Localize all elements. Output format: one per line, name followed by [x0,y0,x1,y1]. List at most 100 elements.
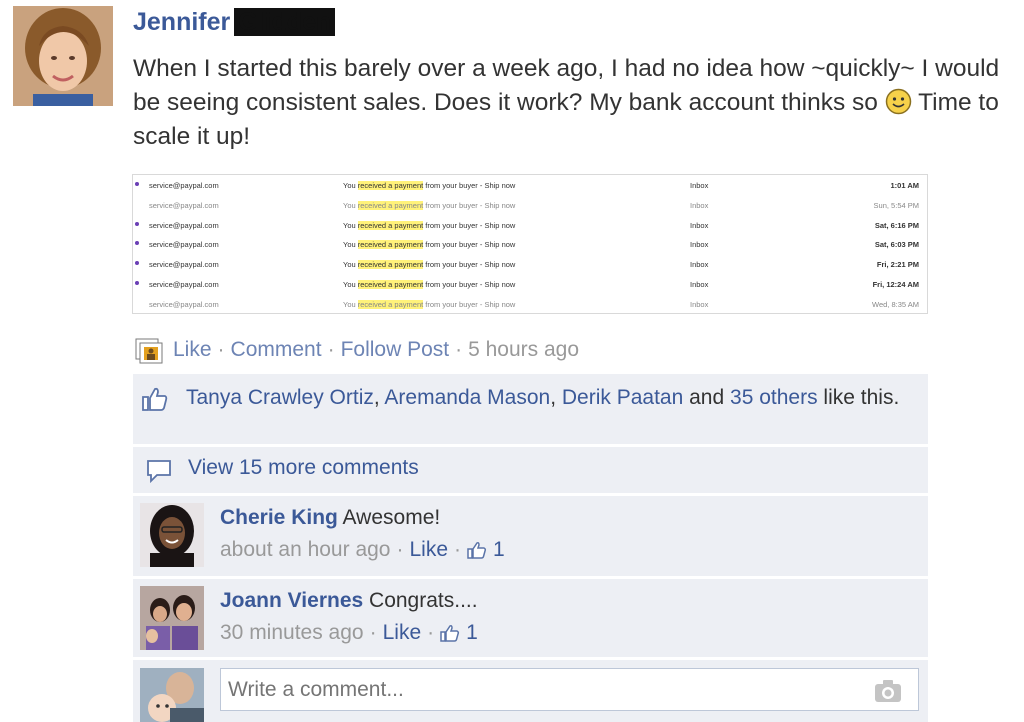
post-body: When I started this barely over a week a… [133,52,1003,154]
comment-link[interactable]: Comment [231,338,322,362]
email-sender: service@paypal.com [149,299,219,309]
follow-post-link[interactable]: Follow Post [341,338,450,362]
liker-name[interactable]: Aremanda Mason [384,386,550,409]
email-time: Sat, 6:16 PM [874,220,919,230]
comment-like-link[interactable]: Like [383,621,422,645]
write-comment-input[interactable] [220,668,919,711]
subject-end: from your buyer - Ship now [423,181,516,190]
comment-text: Awesome! [342,506,441,529]
subject-highlight: received a payment [357,220,424,230]
post-text-start: When I started this barely over a week a… [133,55,1000,116]
email-row: service@paypal.com You received a payment… [133,175,927,195]
separator: · [217,338,225,361]
email-subject: You received a payment from your buyer -… [343,240,516,250]
email-subject: You received a payment from your buyer -… [343,260,516,270]
comment-meta: about an hour ago · Like · 1 [220,538,505,562]
email-subject: You received a payment from your buyer -… [343,200,516,210]
email-time: Sat, 6:03 PM [874,240,919,250]
comment-bubble-icon [145,457,173,485]
email-time: Sun, 5:54 PM [873,200,919,210]
subject-end: from your buyer - Ship now [423,200,516,210]
email-folder: Inbox [690,299,709,309]
subject-start: You [343,240,358,250]
email-folder: Inbox [690,240,709,250]
email-row: service@paypal.com You received a payment… [133,195,927,215]
author-first-name[interactable]: Jennifer [133,8,230,36]
email-folder: Inbox [690,200,709,210]
email-row: service@paypal.com You received a payment… [133,274,927,294]
others-link[interactable]: 35 others [730,386,818,409]
email-sender: service@paypal.com [149,220,219,230]
like-link[interactable]: Like [173,338,212,362]
commenter-name[interactable]: Joann Viernes [220,589,363,612]
comment-likes-number: 1 [493,538,505,561]
camera-icon[interactable] [873,678,903,704]
subject-end: from your buyer - Ship now [423,299,516,309]
email-folder: Inbox [690,220,709,230]
comment-meta: 30 minutes ago · Like · 1 [220,621,478,645]
subject-start: You [343,200,358,210]
separator: · [454,538,462,561]
email-sender: service@paypal.com [149,181,219,190]
comment-likes-number: 1 [466,621,478,644]
photo-album-icon [135,336,165,364]
view-more-comments-label[interactable]: View 15 more comments [188,456,419,480]
email-row: service@paypal.com You received a payment… [133,215,927,235]
subject-highlight: received a payment [357,200,424,210]
author-avatar[interactable] [13,6,113,106]
comment-time[interactable]: 30 minutes ago [220,621,364,645]
separator: · [396,538,404,561]
comment-likes-count[interactable]: 1 [467,538,505,562]
post-author[interactable]: Jennifer Glidden [133,8,336,37]
commenter-avatar[interactable] [140,503,204,567]
post-timestamp[interactable]: 5 hours ago [468,338,579,362]
email-subject: You received a payment from your buyer -… [343,220,515,230]
email-time: 1:01 AM [890,181,919,190]
email-row: service@paypal.com You received a payment… [133,234,927,254]
email-row: service@paypal.com You received a payment… [133,254,927,274]
subject-highlight: received a payment [357,299,424,309]
email-folder: Inbox [690,181,709,190]
email-row: service@paypal.com You received a payment… [133,294,927,313]
commenter-avatar[interactable] [140,586,204,650]
unread-dot-icon [135,221,139,226]
unread-dot-icon [135,241,139,246]
comma: , [550,386,557,409]
subject-start: You [343,220,358,230]
subject-highlight: received a payment [357,279,424,289]
likes-summary: Tanya Crawley Ortiz, Aremanda Mason, Der… [133,374,928,444]
subject-start: You [343,299,358,309]
subject-end: from your buyer - Ship now [423,240,516,250]
subject-start: You [343,181,358,190]
comment-composer [133,660,928,722]
subject-start: You [343,279,358,289]
likes-text: Tanya Crawley Ortiz, Aremanda Mason, Der… [186,384,916,411]
subject-highlight: received a payment [357,181,424,190]
email-time: Fri, 12:24 AM [872,279,919,289]
comment-item: Cherie King Awesome! about an hour ago ·… [133,496,928,576]
liker-name[interactable]: Tanya Crawley Ortiz [186,386,374,409]
separator: · [427,621,435,644]
thumbs-up-icon [440,625,460,642]
comment-likes-count[interactable]: 1 [440,621,478,645]
comment-time[interactable]: about an hour ago [220,538,390,562]
comment-like-link[interactable]: Like [409,538,448,562]
liker-name[interactable]: Derik Paatan [562,386,683,409]
email-sender: service@paypal.com [149,260,219,270]
comment-text: Congrats.... [369,589,478,612]
post-actions: Like · Comment · Follow Post · 5 hours a… [135,336,579,364]
email-subject: You received a payment from your buyer -… [343,181,515,190]
subject-end: from your buyer - Ship now [423,260,516,270]
comment-line: Joann Viernes Congrats.... [220,589,478,613]
email-screenshot-attachment[interactable]: service@paypal.com You received a payment… [132,174,928,314]
commenter-name[interactable]: Cherie King [220,506,338,529]
separator: · [369,621,377,644]
view-more-comments[interactable]: View 15 more comments [133,447,928,493]
unread-dot-icon [135,182,139,186]
subject-end: from your buyer - Ship now [423,279,516,289]
separator: · [327,338,335,361]
smiley-icon [885,88,912,115]
email-sender: service@paypal.com [149,279,219,289]
and-word: and [689,386,725,409]
thumbs-up-icon [141,386,169,412]
